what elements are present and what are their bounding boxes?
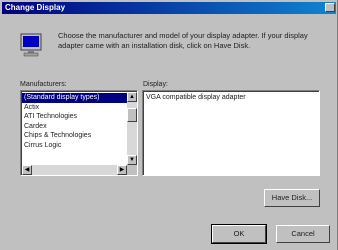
- instructions-text: Choose the manufacturer and model of you…: [58, 31, 308, 50]
- title-bar[interactable]: Change Display: [2, 2, 336, 14]
- have-disk-button[interactable]: Have Disk...: [264, 189, 320, 207]
- change-display-dialog: Change Display Choose the manufacturer a…: [0, 0, 338, 250]
- manufacturer-list-item[interactable]: Actix: [22, 103, 127, 113]
- scroll-down-arrow-icon[interactable]: ▼: [127, 155, 137, 165]
- display-list[interactable]: VGA compatible display adapter: [142, 90, 320, 176]
- close-icon[interactable]: [325, 3, 335, 12]
- window-title: Change Display: [5, 3, 66, 12]
- ok-label: OK: [233, 229, 245, 238]
- manufacturer-list-item[interactable]: (Standard display types): [22, 93, 127, 103]
- manufacturers-list[interactable]: (Standard display types) Actix ATI Technol…: [20, 90, 138, 176]
- display-label: Display:: [143, 81, 168, 88]
- cancel-button[interactable]: Cancel: [276, 225, 330, 243]
- manufacturers-label: Manufacturers:: [20, 81, 67, 88]
- manufacturer-list-item[interactable]: Cirrus Logic: [22, 141, 127, 151]
- have-disk-label: Have Disk...: [271, 193, 313, 202]
- manufacturers-horizontal-scrollbar[interactable]: ◀ ▶: [22, 165, 127, 175]
- manufacturer-list-item[interactable]: Cardex: [22, 122, 127, 132]
- scroll-right-arrow-icon[interactable]: ▶: [117, 165, 127, 175]
- manufacturer-list-item[interactable]: Chips & Technologies: [22, 131, 127, 141]
- cancel-label: Cancel: [291, 229, 315, 238]
- ok-button[interactable]: OK: [211, 224, 267, 244]
- manufacturer-list-item[interactable]: ATI Technologies: [22, 112, 127, 122]
- scroll-up-arrow-icon[interactable]: ▲: [127, 92, 137, 102]
- monitor-icon: [20, 33, 42, 57]
- scrollbar-corner: [127, 165, 137, 175]
- scroll-left-arrow-icon[interactable]: ◀: [22, 165, 32, 175]
- manufacturers-vertical-scrollbar[interactable]: ▲ ▼: [127, 92, 137, 165]
- scroll-thumb[interactable]: [127, 108, 137, 122]
- display-list-item[interactable]: VGA compatible display adapter: [144, 93, 319, 103]
